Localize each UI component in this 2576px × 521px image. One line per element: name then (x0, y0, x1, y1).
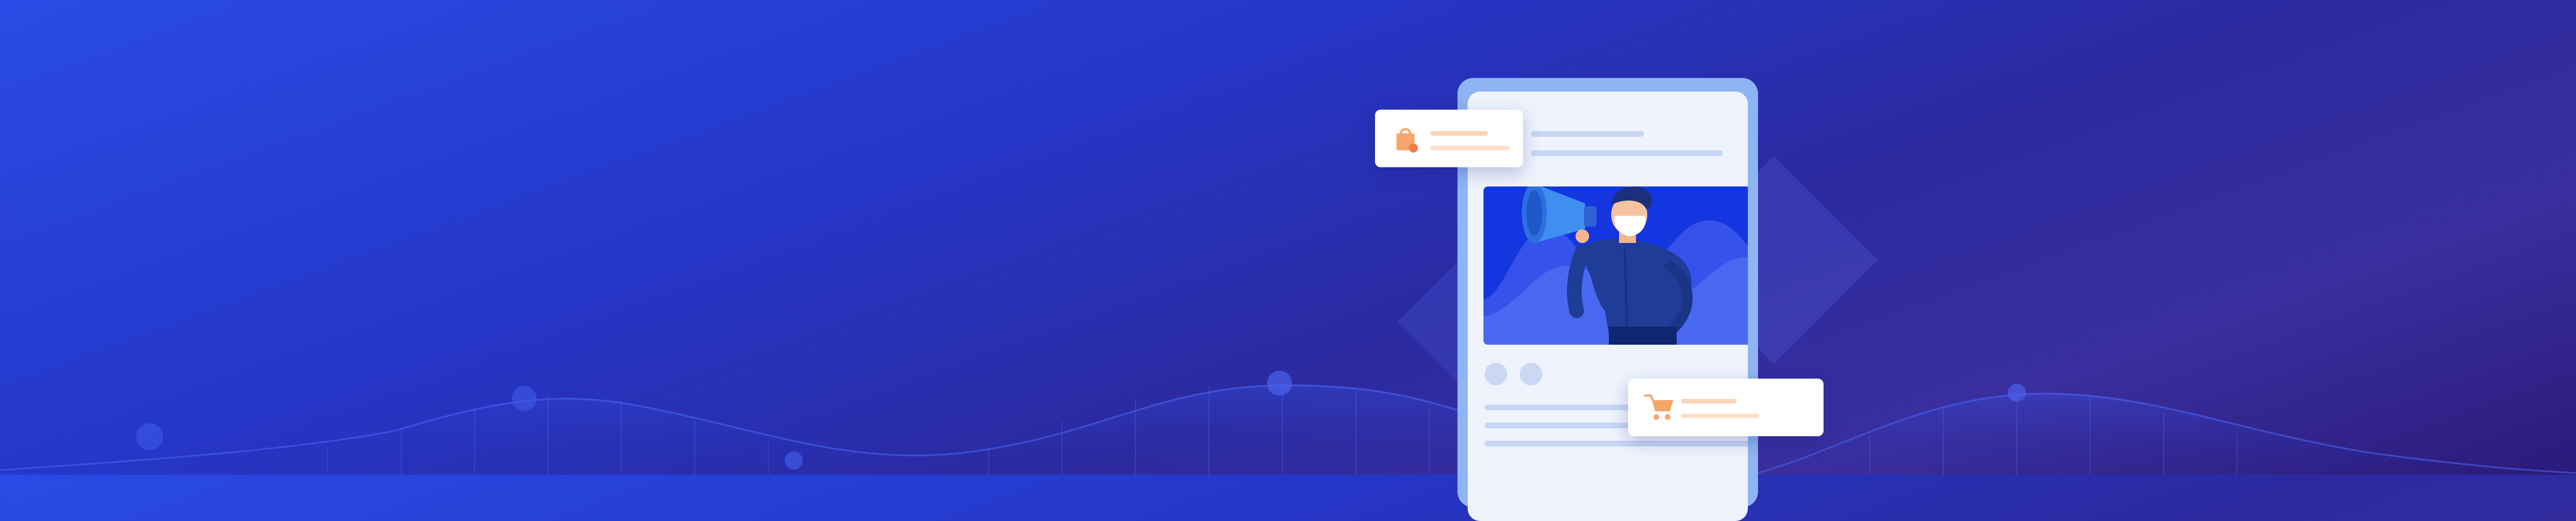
background-wave (0, 384, 1525, 475)
skeleton-line (1531, 131, 1644, 137)
floating-card-cart (1628, 379, 1824, 436)
skeleton-line (1485, 441, 1748, 446)
shopping-cart-icon (1644, 394, 1673, 420)
shopping-bag-icon (1396, 128, 1418, 153)
placeholder-dot (1520, 363, 1542, 385)
placeholder-dot (1485, 363, 1507, 385)
background-decoration (0, 154, 2576, 475)
card-line (1681, 414, 1759, 418)
floating-card-bag (1375, 110, 1523, 167)
card-line (1430, 146, 1509, 150)
megaphone-person-icon (1483, 186, 1748, 345)
skeleton-line (1531, 150, 1723, 156)
card-line (1430, 131, 1488, 136)
card-line (1681, 399, 1737, 403)
hero-image (1483, 186, 1748, 345)
